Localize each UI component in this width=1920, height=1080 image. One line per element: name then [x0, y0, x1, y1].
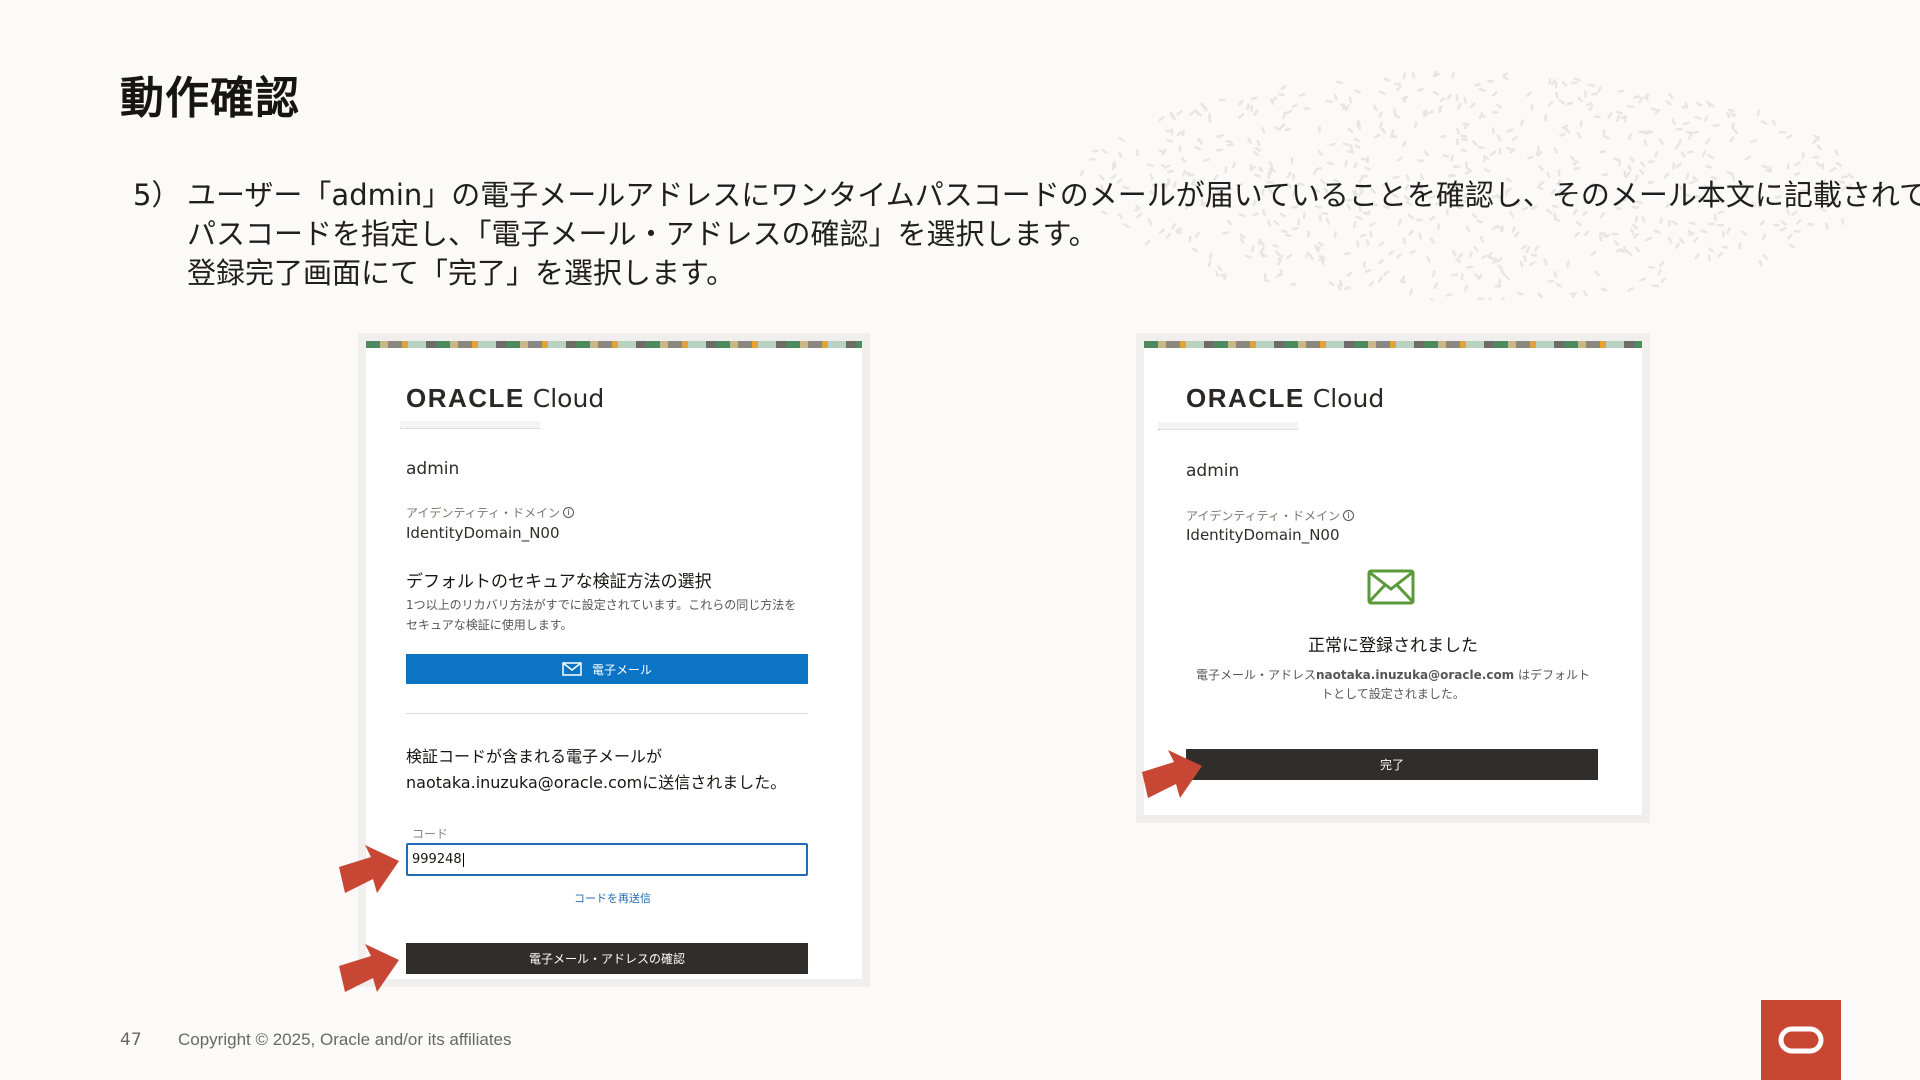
domain-label: アイデンティティ・ドメイン i	[406, 504, 574, 521]
domain-value: IdentityDomain_N00	[406, 524, 560, 542]
logo-brand: ORACLE	[1186, 383, 1305, 413]
oracle-o-icon	[1778, 1026, 1824, 1054]
instruction-line-3: 登録完了画面にて「完了」を選択します。	[187, 256, 736, 290]
section-heading: デフォルトのセキュアな検証方法の選択	[406, 572, 712, 592]
instruction-line-2: パスコードを指定し、「電子メール・アドレスの確認」を選択します。	[187, 217, 1098, 251]
domain-label-text: アイデンティティ・ドメイン	[406, 506, 560, 520]
done-button[interactable]: 完了	[1186, 749, 1598, 780]
pointer-arrow-verify-button	[339, 944, 399, 992]
oracle-cloud-logo: ORACLE Cloud	[1186, 383, 1384, 414]
verify-email-button[interactable]: 電子メール・アドレスの確認	[406, 943, 808, 974]
verification-screenshot: ORACLE Cloud admin アイデンティティ・ドメイン i Ident…	[358, 333, 870, 987]
resend-code-link[interactable]: コードを再送信	[574, 890, 651, 906]
redacted-area	[1158, 422, 1298, 430]
envelope-icon	[562, 662, 582, 676]
logo-product: Cloud	[532, 384, 605, 413]
registration-complete-screenshot: ORACLE Cloud admin アイデンティティ・ドメイン i Ident…	[1136, 333, 1650, 823]
section-description: 1つ以上のリカバリ方法がすでに設定されています。これらの同じ方法をセキュアな検証…	[406, 598, 797, 632]
code-input[interactable]: 999248	[406, 843, 808, 876]
divider	[406, 713, 808, 714]
pointer-arrow-done-button	[1142, 750, 1202, 798]
logo-product: Cloud	[1312, 384, 1385, 413]
copyright: Copyright © 2025, Oracle and/or its affi…	[178, 1030, 512, 1049]
instructions: 5） ユーザー「admin」の電子メールアドレスにワンタイムパスコードのメールが…	[133, 176, 1920, 293]
code-input-value: 999248	[412, 852, 462, 867]
oracle-cloud-logo: ORACLE Cloud	[406, 383, 604, 414]
domain-label: アイデンティティ・ドメイン i	[1186, 507, 1354, 524]
redacted-area	[400, 421, 540, 429]
oracle-o-logo	[1761, 1000, 1841, 1080]
email-method-label: 電子メール	[591, 662, 652, 677]
success-title: 正常に登録されました	[1308, 636, 1478, 656]
envelope-icon	[1367, 569, 1415, 605]
verify-email-label: 電子メール・アドレスの確認	[528, 952, 685, 966]
sent-message-line-2: naotaka.inuzuka@oracle.comに送信されました。	[406, 773, 787, 792]
sent-message-line-1: 検証コードが含まれる電子メールが	[406, 747, 663, 766]
step-number: 5）	[133, 178, 181, 212]
page-number: 47	[120, 1030, 142, 1050]
logo-brand: ORACLE	[406, 383, 525, 413]
domain-value: IdentityDomain_N00	[1186, 526, 1340, 544]
slide-title: 動作確認	[120, 73, 300, 124]
instruction-line-1: ユーザー「admin」の電子メールアドレスにワンタイムパスコードのメールが届いて…	[187, 178, 1920, 212]
success-email: naotaka.inuzuka@oracle.com	[1315, 668, 1515, 682]
header-strip	[366, 341, 862, 348]
success-message: 電子メール・アドレスnaotaka.inuzuka@oracle.com はデフ…	[1144, 666, 1642, 704]
header-strip	[1144, 341, 1642, 348]
pointer-arrow-code-input	[339, 845, 399, 893]
info-icon[interactable]: i	[1342, 510, 1354, 521]
email-method-button[interactable]: 電子メール	[406, 654, 808, 684]
code-field-label: コード	[412, 827, 449, 841]
done-button-label: 完了	[1379, 758, 1404, 772]
username: admin	[406, 459, 460, 479]
username: admin	[1186, 461, 1240, 481]
info-icon[interactable]: i	[562, 507, 574, 518]
success-suffix: はデフォルト	[1514, 668, 1591, 682]
success-line-2: トとして設定されました。	[1321, 687, 1465, 701]
success-prefix: 電子メール・アドレス	[1195, 668, 1316, 682]
domain-label-text: アイデンティティ・ドメイン	[1186, 509, 1340, 523]
text-caret	[462, 852, 464, 867]
